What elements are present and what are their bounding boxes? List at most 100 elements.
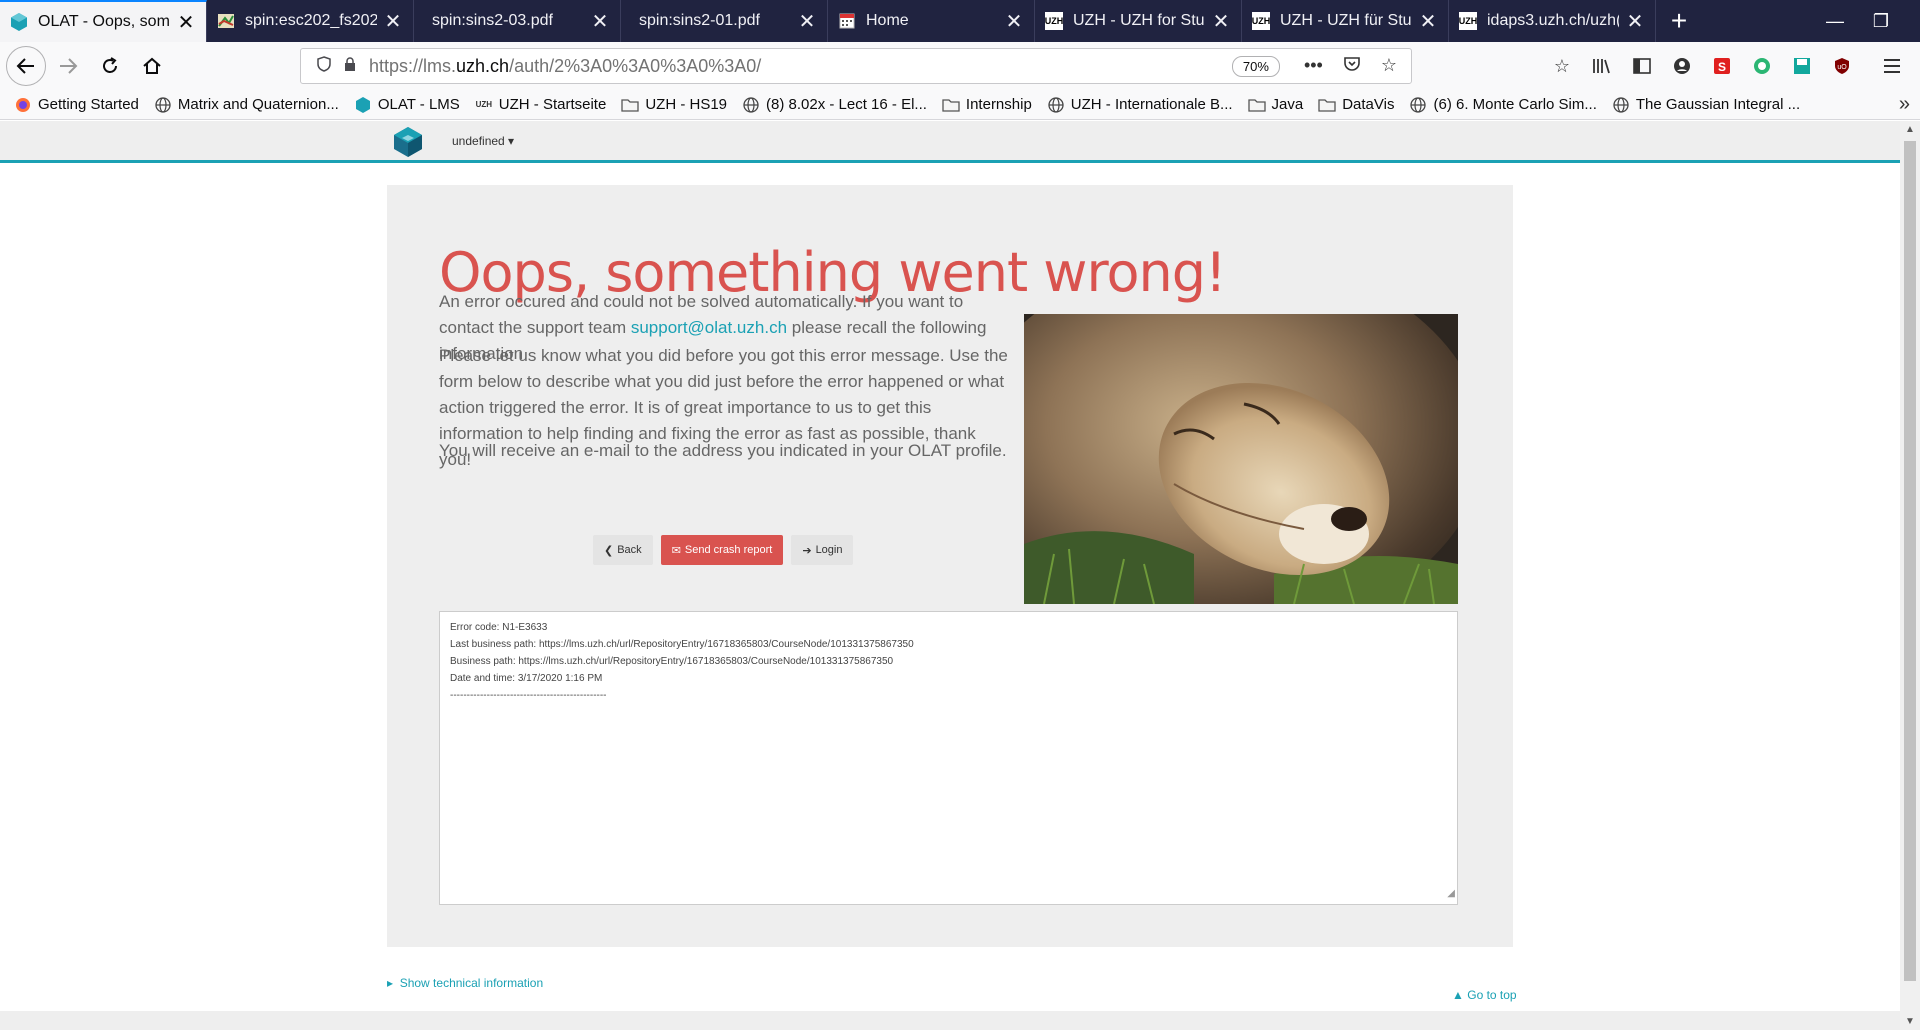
tab-title: UZH - UZH for Stud xyxy=(1073,12,1205,29)
bookmark-item[interactable]: DataVis xyxy=(1318,96,1394,114)
ublock-icon[interactable]: uO xyxy=(1828,52,1856,80)
olat-icon xyxy=(354,96,372,114)
svg-text:uO: uO xyxy=(1837,64,1847,71)
tab-uzh-fuer-studierende[interactable]: UZH UZH - UZH für Stud ✕ xyxy=(1242,0,1449,42)
bookmark-item[interactable]: UZH UZH - Startseite xyxy=(475,96,607,114)
tab-idaps3[interactable]: UZH idaps3.uzh.ch/uzh(b ✕ xyxy=(1449,0,1656,42)
more-bookmarks-icon[interactable]: » xyxy=(1899,93,1910,116)
bookmark-item[interactable]: UZH - Internationale B... xyxy=(1047,96,1233,114)
minimize-button[interactable]: — xyxy=(1812,0,1858,42)
menu-icon[interactable] xyxy=(1878,52,1906,80)
url-text[interactable]: https://lms.uzh.ch/auth/2%3A0%3A0%3A0%3A… xyxy=(369,56,1232,77)
page-content: undefined ▾ Oops, something went wrong! … xyxy=(0,121,1900,1030)
bookmark-item[interactable]: Java xyxy=(1247,96,1303,114)
close-icon[interactable]: ✕ xyxy=(590,9,610,34)
bookmark-item[interactable]: Internship xyxy=(942,96,1032,114)
chevron-left-icon: ❮ xyxy=(604,544,614,557)
uzh-icon: UZH xyxy=(475,100,493,109)
bookmark-label: (8) 8.02x - Lect 16 - El... xyxy=(766,96,927,113)
close-icon[interactable]: ✕ xyxy=(383,9,403,34)
resize-handle-icon[interactable]: ◢ xyxy=(1447,885,1455,902)
bookmark-label: OLAT - LMS xyxy=(377,96,460,113)
sidebar-icon[interactable] xyxy=(1628,52,1656,80)
show-technical-info-link[interactable]: ▸ Show technical information xyxy=(387,976,543,990)
tab-sins2-01[interactable]: spin:sins2-01.pdf ✕ xyxy=(621,0,828,42)
bookmark-label: (6) 6. Monte Carlo Sim... xyxy=(1433,96,1597,113)
uzh-icon: UZH xyxy=(1459,12,1477,30)
tab-title: spin:esc202_fs2020 xyxy=(245,12,377,29)
vertical-scrollbar[interactable]: ▲ ▼ xyxy=(1900,121,1920,1030)
bookmark-label: Getting Started xyxy=(38,96,139,113)
error-details-textarea[interactable]: Error code: N1-E3633 Last business path: … xyxy=(439,611,1458,905)
olat-logo-icon[interactable] xyxy=(392,126,424,158)
navigation-toolbar: https://lms.uzh.ch/auth/2%3A0%3A0%3A0%3A… xyxy=(0,42,1920,90)
close-icon[interactable]: ✕ xyxy=(1418,9,1438,34)
home-button[interactable] xyxy=(132,46,172,86)
close-icon[interactable]: ✕ xyxy=(1004,9,1024,34)
forward-button[interactable] xyxy=(48,46,88,86)
tab-strip: OLAT - Oops, something ✕ spin:esc202_fs2… xyxy=(0,0,1920,42)
extension-s-icon[interactable]: S xyxy=(1708,52,1736,80)
tab-uzh-for-students[interactable]: UZH UZH - UZH for Stud ✕ xyxy=(1035,0,1242,42)
sleeping-lion-image xyxy=(1024,314,1458,604)
lock-icon[interactable] xyxy=(339,56,361,76)
close-icon[interactable]: ✕ xyxy=(797,9,817,34)
sign-in-icon: ➔ xyxy=(802,544,812,557)
bookmark-item[interactable]: (6) 6. Monte Carlo Sim... xyxy=(1409,96,1597,114)
extension-save-icon[interactable] xyxy=(1788,52,1816,80)
bookmark-star-icon[interactable]: ☆ xyxy=(1381,55,1397,78)
tab-olat[interactable]: OLAT - Oops, something ✕ xyxy=(0,0,207,42)
account-icon[interactable] xyxy=(1668,52,1696,80)
shield-icon[interactable] xyxy=(309,55,339,77)
scroll-thumb[interactable] xyxy=(1904,141,1916,981)
bookmark-label: Matrix and Quaternion... xyxy=(177,96,339,113)
arrow-right-icon xyxy=(60,58,78,74)
bookmarks-star-icon[interactable]: ☆ xyxy=(1548,52,1576,80)
wiki-icon xyxy=(217,12,235,30)
new-tab-button[interactable]: + xyxy=(1656,0,1702,42)
tab-title: idaps3.uzh.ch/uzh(b xyxy=(1487,12,1619,29)
bookmark-item[interactable]: Getting Started xyxy=(14,96,139,114)
bookmark-label: The Gaussian Integral ... xyxy=(1635,96,1801,113)
error-detail-line: Business path: https://lms.uzh.ch/url/Re… xyxy=(450,656,894,667)
reload-button[interactable] xyxy=(90,46,130,86)
folder-icon xyxy=(621,96,639,114)
close-icon[interactable]: ✕ xyxy=(1625,9,1645,34)
pocket-icon[interactable] xyxy=(1343,55,1361,78)
scroll-down-icon[interactable]: ▼ xyxy=(1905,1016,1915,1027)
bookmark-item[interactable]: (8) 8.02x - Lect 16 - El... xyxy=(742,96,927,114)
back-button[interactable] xyxy=(6,46,46,86)
login-button[interactable]: ➔ Login xyxy=(791,535,854,565)
bookmark-label: UZH - HS19 xyxy=(645,96,728,113)
caret-right-icon: ▸ xyxy=(387,976,394,990)
close-icon[interactable]: ✕ xyxy=(176,10,196,35)
globe-icon xyxy=(1409,96,1427,114)
restore-button[interactable]: ❐ xyxy=(1858,0,1904,42)
user-menu-dropdown[interactable]: undefined ▾ xyxy=(452,134,514,148)
zoom-indicator[interactable]: 70% xyxy=(1231,55,1280,77)
bookmark-item[interactable]: OLAT - LMS xyxy=(354,96,460,114)
library-icon[interactable] xyxy=(1588,52,1616,80)
more-actions-icon[interactable]: ••• xyxy=(1304,55,1323,78)
bookmark-label: UZH - Internationale B... xyxy=(1070,96,1233,113)
address-bar[interactable]: https://lms.uzh.ch/auth/2%3A0%3A0%3A0%3A… xyxy=(300,48,1412,84)
home-icon xyxy=(143,57,161,74)
error-detail-line: Date and time: 3/17/2020 1:16 PM xyxy=(450,673,603,684)
bookmark-item[interactable]: Matrix and Quaternion... xyxy=(154,96,339,114)
close-icon[interactable]: ✕ xyxy=(1211,9,1231,34)
firefox-icon xyxy=(14,96,32,114)
tab-sins2-03[interactable]: spin:sins2-03.pdf ✕ xyxy=(414,0,621,42)
tab-esc202[interactable]: spin:esc202_fs2020 ✕ xyxy=(207,0,414,42)
bookmark-label: UZH - Startseite xyxy=(498,96,607,113)
go-to-top-link[interactable]: ▲ Go to top xyxy=(1452,988,1517,1002)
extension-green-icon[interactable] xyxy=(1748,52,1776,80)
tab-home[interactable]: Home ✕ xyxy=(828,0,1035,42)
footer xyxy=(0,1011,1900,1030)
bookmark-item[interactable]: The Gaussian Integral ... xyxy=(1612,96,1800,114)
send-crash-report-button[interactable]: ✉ Send crash report xyxy=(660,535,784,565)
bookmark-item[interactable]: UZH - HS19 xyxy=(621,96,727,114)
back-link-button[interactable]: ❮ Back xyxy=(593,535,653,565)
support-email-link[interactable]: support@olat.uzh.ch xyxy=(631,318,787,337)
bookmark-label: Internship xyxy=(965,96,1032,113)
scroll-up-icon[interactable]: ▲ xyxy=(1905,124,1915,135)
